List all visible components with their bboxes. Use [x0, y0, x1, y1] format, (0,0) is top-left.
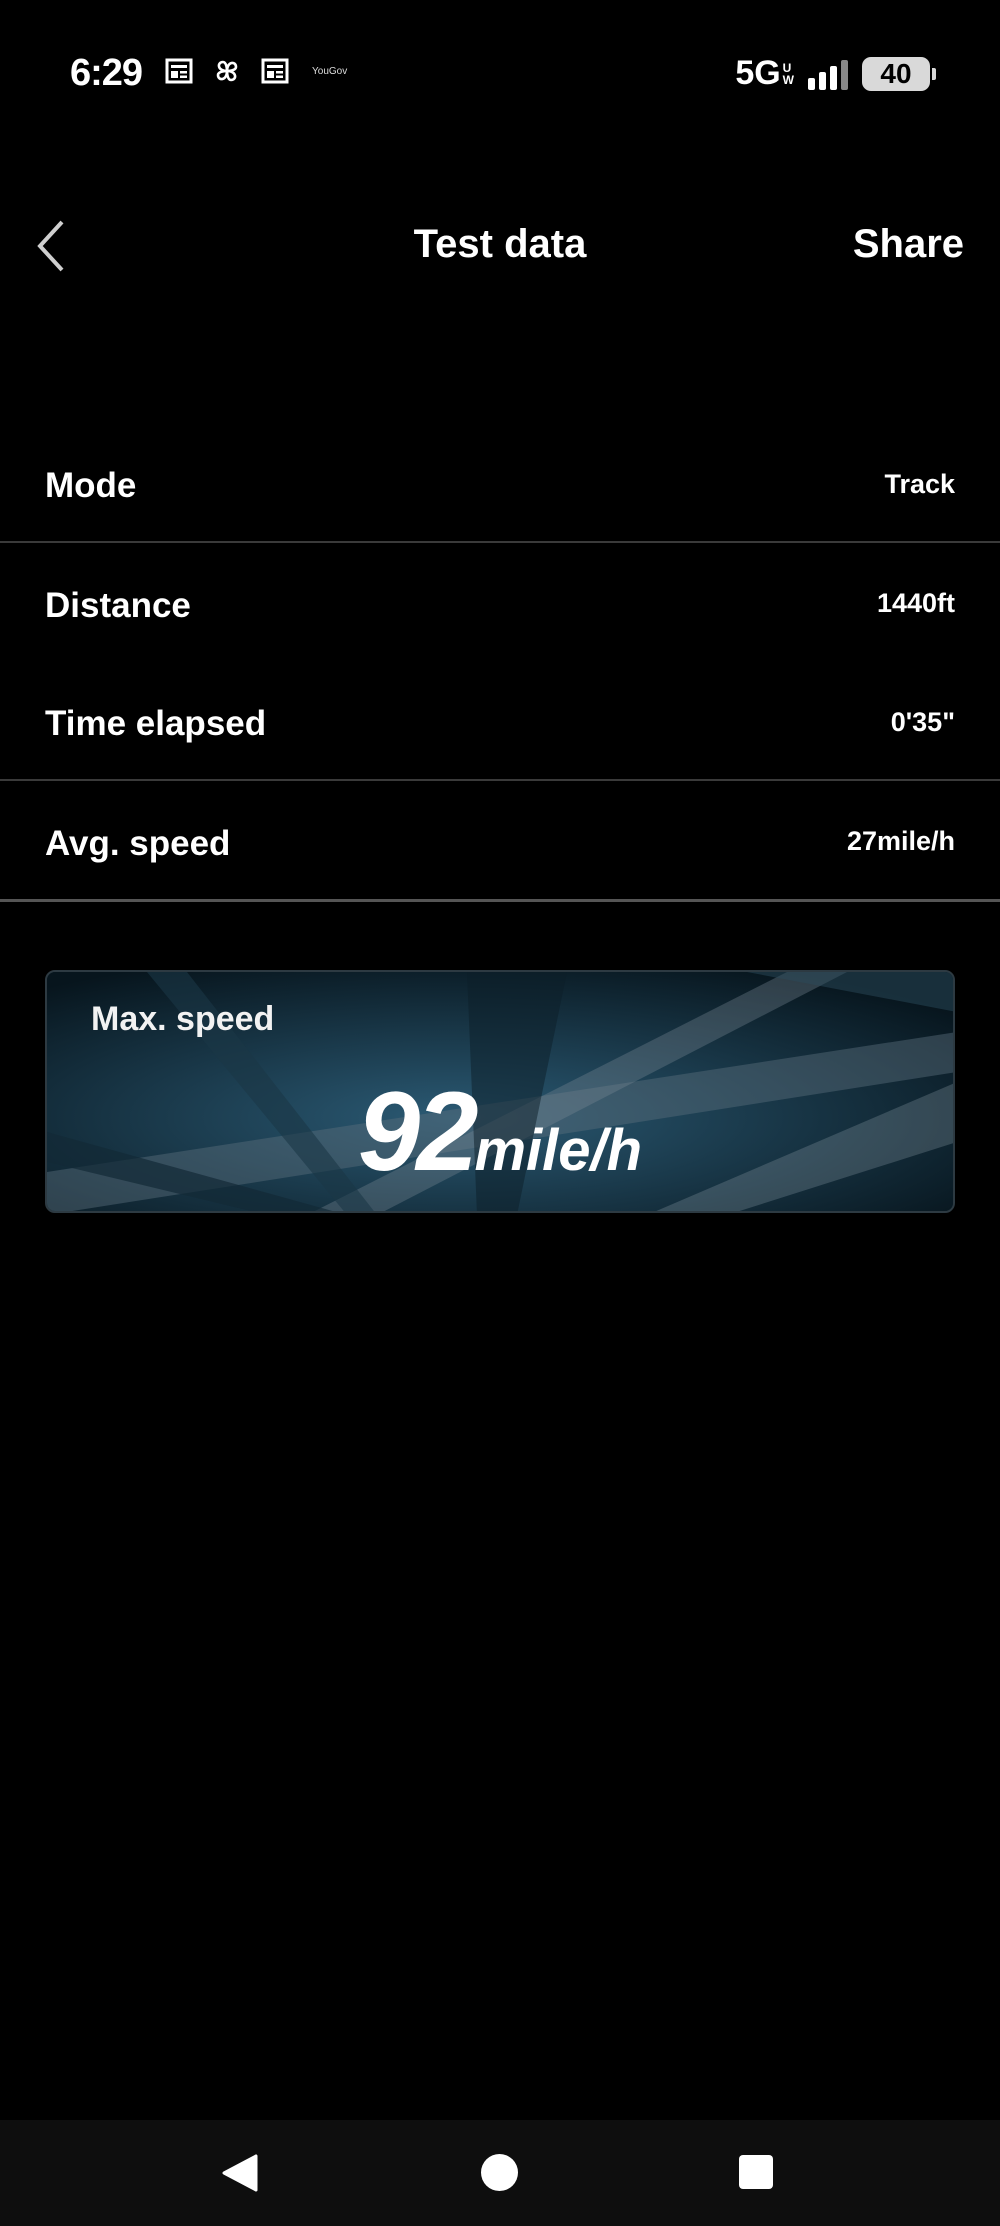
signal-icon: [808, 58, 848, 90]
network-type: 5G: [735, 54, 781, 92]
nav-back-icon[interactable]: [222, 2154, 258, 2192]
divider: [0, 779, 1000, 781]
network-sub: U W: [783, 62, 794, 86]
app-header: Test data Share: [0, 200, 1000, 295]
battery-level: 40: [880, 57, 912, 89]
share-button[interactable]: Share: [853, 222, 964, 267]
max-speed-card: Max. speed 92mile/h: [45, 970, 955, 1213]
max-speed-label: Max. speed: [91, 1000, 275, 1038]
notification-icons: YouGov: [164, 56, 347, 86]
news-icon: [165, 58, 193, 84]
row-value: Track: [884, 469, 955, 499]
status-bar: 6:29 YouGov 5G U W 40: [0, 0, 1000, 150]
row-label: Time elapsed: [45, 704, 267, 743]
divider: [0, 899, 1000, 902]
network-indicator: 5G U W: [735, 54, 794, 93]
max-speed-number: 92: [357, 1069, 479, 1194]
max-speed-unit: mile/h: [474, 1118, 643, 1183]
divider: [0, 541, 1000, 543]
nav-home-icon[interactable]: [481, 2154, 518, 2191]
news-icon: [261, 58, 289, 84]
status-time: 6:29: [70, 52, 143, 94]
row-value: 1440ft: [876, 588, 955, 618]
page-title: Test data: [413, 222, 587, 266]
battery-icon: 40: [862, 56, 936, 91]
nav-recents-icon[interactable]: [739, 2155, 773, 2189]
network-sub-top: U: [782, 60, 792, 75]
system-nav-bar: [0, 2120, 1000, 2226]
row-label: Distance: [45, 586, 191, 625]
max-speed-value: 92mile/h: [47, 1067, 953, 1196]
system-status: 5G U W 40: [735, 54, 936, 93]
row-value: 27mile/h: [846, 826, 955, 856]
pinwheel-icon: [216, 60, 238, 82]
yougov-label: YouGov: [312, 65, 348, 77]
row-value: 0'35": [890, 707, 955, 737]
network-sub-bottom: W: [782, 72, 794, 87]
row-label: Avg. speed: [45, 824, 231, 863]
row-label: Mode: [45, 466, 137, 505]
